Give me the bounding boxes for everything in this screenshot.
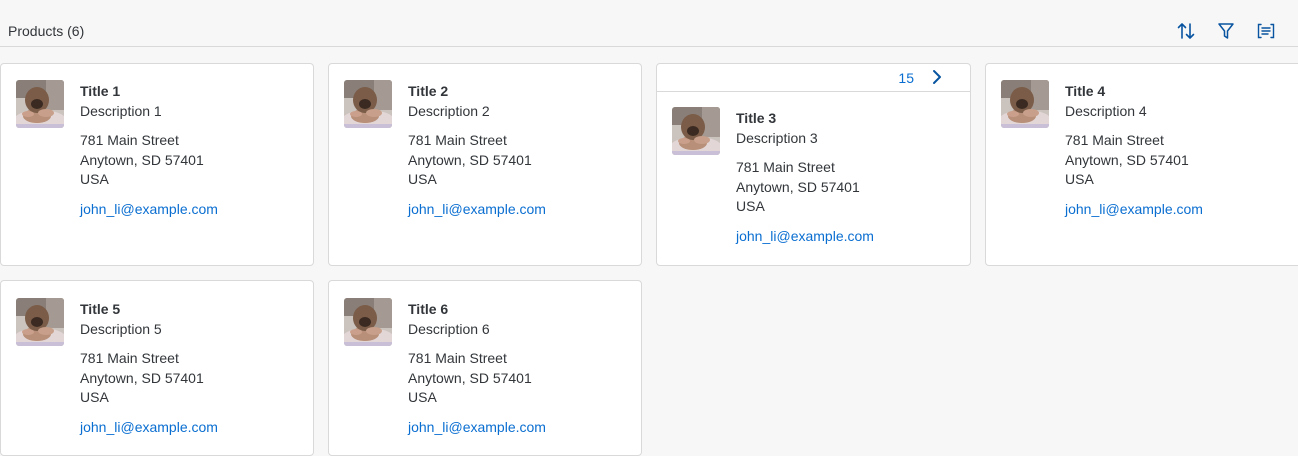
address-street: 781 Main Street bbox=[1065, 132, 1164, 148]
card-title: Title 2 bbox=[408, 83, 449, 99]
address-street: 781 Main Street bbox=[408, 132, 507, 148]
product-card[interactable]: Title 1 Description 1 781 Main Street An… bbox=[0, 63, 314, 266]
card-email-link[interactable]: john_li@example.com bbox=[1065, 200, 1203, 218]
card-description: Description 6 bbox=[408, 321, 490, 337]
address-country: USA bbox=[408, 389, 437, 405]
card-address: 781 Main Street Anytown, SD 57401 USA bbox=[408, 349, 546, 408]
card-description: Description 4 bbox=[1065, 103, 1147, 119]
address-country: USA bbox=[80, 389, 109, 405]
card-email-link[interactable]: john_li@example.com bbox=[408, 200, 546, 218]
card-title: Title 4 bbox=[1065, 83, 1106, 99]
card-email-link[interactable]: john_li@example.com bbox=[736, 227, 874, 245]
chevron-right-icon bbox=[933, 70, 941, 84]
product-image bbox=[344, 298, 392, 346]
card-title: Title 3 bbox=[736, 110, 777, 126]
address-city: Anytown, SD 57401 bbox=[408, 369, 532, 386]
address-street: 781 Main Street bbox=[80, 132, 179, 148]
product-image bbox=[16, 298, 64, 346]
card-description: Description 5 bbox=[80, 321, 162, 337]
group-icon bbox=[1257, 23, 1275, 39]
address-street: 781 Main Street bbox=[80, 350, 179, 366]
product-image bbox=[672, 107, 720, 155]
product-card[interactable]: Title 2 Description 2 781 Main Street An… bbox=[328, 63, 642, 266]
card-email-link[interactable]: john_li@example.com bbox=[408, 418, 546, 436]
address-country: USA bbox=[1065, 171, 1094, 187]
address-street: 781 Main Street bbox=[408, 350, 507, 366]
address-city: Anytown, SD 57401 bbox=[736, 178, 860, 195]
address-street: 781 Main Street bbox=[736, 159, 835, 175]
sort-button[interactable] bbox=[1173, 18, 1199, 44]
product-image bbox=[344, 80, 392, 128]
card-address: 781 Main Street Anytown, SD 57401 USA bbox=[736, 158, 874, 217]
card-description: Description 1 bbox=[80, 103, 162, 119]
toolbar-title: Products (6) bbox=[8, 23, 85, 39]
filter-icon bbox=[1218, 23, 1234, 39]
address-country: USA bbox=[408, 171, 437, 187]
card-description: Description 3 bbox=[736, 130, 818, 146]
address-city: Anytown, SD 57401 bbox=[80, 369, 204, 386]
card-email-link[interactable]: john_li@example.com bbox=[80, 200, 218, 218]
products-toolbar: Products (6) bbox=[0, 0, 1298, 47]
product-image bbox=[16, 80, 64, 128]
card-address: 781 Main Street Anytown, SD 57401 USA bbox=[1065, 131, 1203, 190]
card-title: Title 1 bbox=[80, 83, 121, 99]
product-card[interactable]: Title 4 Description 4 781 Main Street An… bbox=[985, 63, 1298, 266]
sort-icon bbox=[1177, 23, 1195, 39]
product-card[interactable]: 15 Title 3 Description 3 781 Main Street… bbox=[656, 63, 971, 266]
card-email-link[interactable]: john_li@example.com bbox=[80, 418, 218, 436]
product-card[interactable]: Title 5 Description 5 781 Main Street An… bbox=[0, 280, 314, 456]
address-city: Anytown, SD 57401 bbox=[408, 151, 532, 168]
address-country: USA bbox=[80, 171, 109, 187]
card-title: Title 6 bbox=[408, 301, 449, 317]
product-card[interactable]: Title 6 Description 6 781 Main Street An… bbox=[328, 280, 642, 456]
card-navigate-button[interactable] bbox=[928, 68, 946, 86]
card-header: 15 bbox=[657, 64, 970, 92]
group-button[interactable] bbox=[1253, 18, 1279, 44]
product-image bbox=[1001, 80, 1049, 128]
card-address: 781 Main Street Anytown, SD 57401 USA bbox=[80, 131, 218, 190]
card-description: Description 2 bbox=[408, 103, 490, 119]
filter-button[interactable] bbox=[1213, 18, 1239, 44]
card-title: Title 5 bbox=[80, 301, 121, 317]
address-city: Anytown, SD 57401 bbox=[1065, 151, 1189, 168]
address-city: Anytown, SD 57401 bbox=[80, 151, 204, 168]
card-header-count: 15 bbox=[898, 70, 914, 86]
card-address: 781 Main Street Anytown, SD 57401 USA bbox=[80, 349, 218, 408]
card-address: 781 Main Street Anytown, SD 57401 USA bbox=[408, 131, 546, 190]
address-country: USA bbox=[736, 198, 765, 214]
